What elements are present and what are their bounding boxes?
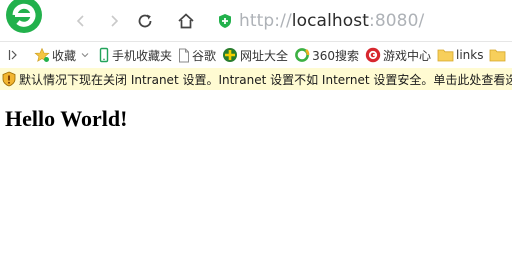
search-360-icon [295,48,310,62]
back-button[interactable] [70,10,92,32]
home-button[interactable] [175,10,197,32]
infobar-text: 默认情况下现在关闭 Intranet 设置。Intranet 设置不如 Inte… [19,72,512,87]
browser-logo-icon[interactable] [6,0,42,36]
folder-icon [490,49,506,62]
url-port-path: :8080/ [369,11,425,31]
refresh-icon [138,14,152,28]
page-heading: Hello World! [5,106,128,131]
game-icon [365,47,381,63]
bookmark-google[interactable]: 谷歌 [178,47,216,64]
chevron-down-icon[interactable] [80,50,90,60]
bookmark-favorites[interactable]: 收藏 [34,47,92,64]
url-text[interactable]: http://localhost:8080/ [239,11,424,31]
bookmarks-bar: 收藏 手机收藏夹 谷歌 网址大全 360搜索 游戏中心 links [0,41,512,69]
bookmark-game-center[interactable]: 游戏中心 [365,47,431,64]
url-host: localhost [291,11,369,31]
bookmark-links-folder[interactable]: links [437,48,483,62]
bookmark-360-search-label: 360搜索 [312,48,359,63]
bookmark-google-label: 谷歌 [192,48,217,63]
sidebar-toggle-button[interactable] [8,49,20,61]
star-icon [34,47,50,62]
bookmark-url-hub-label: 网址大全 [240,48,289,63]
folder-icon [437,49,454,62]
bookmark-favorites-label: 收藏 [52,48,77,63]
forward-arrow-icon [111,15,119,27]
security-infobar[interactable]: 默认情况下现在关闭 Intranet 设置。Intranet 设置不如 Inte… [0,68,512,90]
secure-shield-icon [219,14,231,28]
phone-icon [99,47,109,63]
bookmark-links-label: links [455,48,484,62]
bookmark-mobile-favorites[interactable]: 手机收藏夹 [98,47,172,64]
bookmark-game-center-label: 游戏中心 [382,48,431,63]
back-arrow-icon [76,15,84,27]
warning-shield-icon [2,71,16,87]
browser-toolbar: http://localhost:8080/ [0,0,512,41]
bookmark-folder-overflow[interactable] [489,48,508,62]
page-icon [179,48,190,62]
bookmark-mobile-favorites-label: 手机收藏夹 [112,48,173,63]
refresh-button[interactable] [134,10,156,32]
bookmark-360-search[interactable]: 360搜索 [294,47,359,64]
sidebar-toggle-icon [8,50,17,60]
bookmark-url-hub[interactable]: 网址大全 [222,47,288,64]
home-icon [178,13,194,29]
address-bar[interactable]: http://localhost:8080/ [217,8,512,34]
url-scheme: http:// [239,11,292,31]
url-hub-icon [223,48,238,62]
forward-button[interactable] [103,10,125,32]
